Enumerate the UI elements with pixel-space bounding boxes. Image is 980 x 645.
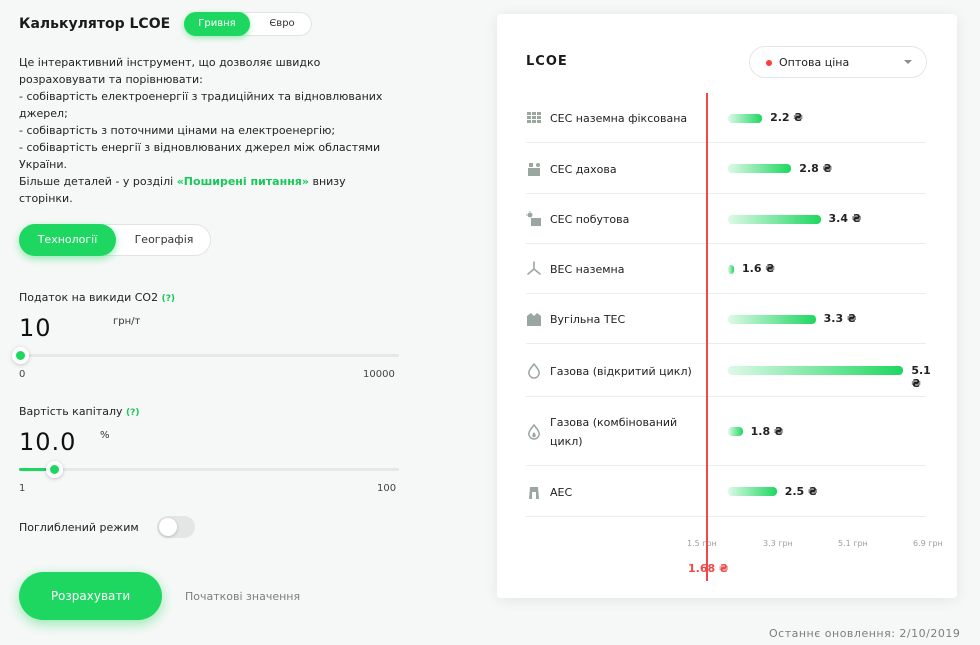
chart-bar [728, 366, 904, 375]
deep-mode-label: Поглиблений режим [19, 521, 139, 534]
chart-value-label: 1.6 ₴ [742, 262, 775, 275]
currency-toggle: Гривня Євро [184, 12, 312, 36]
tab-geography[interactable]: Географія [116, 224, 212, 256]
chart-row[interactable]: Газова (відкритий цикл) 5.1 ₴ [526, 344, 931, 397]
chevron-down-icon [904, 60, 912, 64]
chart-title: LCOE [526, 54, 568, 69]
chart-bar [728, 164, 792, 173]
capital-cost-value[interactable]: 10.0 [19, 428, 76, 456]
chart-value-label: 3.4 ₴ [828, 212, 862, 225]
page-title: Калькулятор LCOE [19, 16, 171, 32]
deep-mode-switch[interactable] [157, 516, 195, 538]
chart-bar [728, 427, 743, 436]
chart-value-label: 5.1 ₴ [911, 363, 931, 390]
wind-turbine-icon [526, 261, 542, 277]
reset-defaults-link[interactable]: Початкові значення [185, 590, 300, 603]
capital-help-icon[interactable]: (?) [126, 408, 139, 418]
reference-price-line [706, 93, 708, 581]
nuclear-plant-icon [526, 484, 542, 500]
capital-cost-slider[interactable] [19, 461, 399, 478]
more-prefix: Більше деталей - у розділі [19, 175, 177, 188]
lcoe-chart-card: LCOE Оптова ціна СЕС наземна фіксована 2.… [497, 14, 957, 598]
gas-flame-icon [526, 362, 542, 379]
chart-row[interactable]: Газова (комбінований цикл) 1.8 ₴ [526, 397, 926, 466]
description-line: джерел; [19, 107, 68, 120]
chart-row-label: Газова (відкритий цикл) [550, 364, 692, 378]
description-line: Це інтерактивний інструмент, що дозволяє… [19, 56, 321, 69]
co2-slider-min: 0 [19, 369, 26, 380]
capital-cost-label-text: Вартість капіталу [19, 405, 123, 418]
chart-bar [728, 264, 734, 274]
faq-link[interactable]: «Поширені питання» [177, 175, 309, 188]
chart-value-label: 1.8 ₴ [750, 424, 784, 438]
capital-slider-max: 100 [377, 483, 397, 494]
chart-bar [728, 487, 777, 496]
description-line: - собівартість енергії з відновлюваних д… [19, 141, 381, 154]
chart-row[interactable]: СЕС побутова 3.4 ₴ [526, 194, 926, 244]
chart-row-label: Вугільна ТЕС [550, 313, 626, 326]
chart-row-label: АЕС [550, 485, 573, 499]
axis-tick: 6.9 грн [913, 539, 943, 548]
axis-tick: 1.5 грн [687, 539, 717, 548]
last-updated-label: Останнє оновлення: [769, 627, 896, 640]
description: Це інтерактивний інструмент, що дозволяє… [19, 54, 414, 207]
calculator-panel: Калькулятор LCOE Гривня Євро Це інтеракт… [0, 0, 430, 645]
co2-tax-unit: грн/т [113, 316, 141, 327]
last-updated-date: 2/10/2019 [899, 627, 961, 640]
capital-cost-label: Вартість капіталу (?) [19, 405, 139, 418]
status-dot-icon [766, 60, 772, 66]
description-line: України. [19, 158, 67, 171]
axis-tick: 5.1 грн [838, 539, 868, 548]
last-updated: Останнє оновлення: 2/10/2019 [769, 627, 960, 640]
chart-bar [728, 214, 821, 224]
chart-row-label: СЕС побутова [550, 213, 630, 226]
chart-row-label: Газова (комбінований цикл) [550, 415, 678, 448]
description-line: сторінки. [19, 192, 73, 205]
description-line: - собівартість електроенергії з традицій… [19, 90, 383, 103]
description-more-line: Більше деталей - у розділі «Поширені пит… [19, 173, 414, 190]
chart-row[interactable]: СЕС дахова 2.8 ₴ [526, 143, 926, 194]
co2-slider-thumb[interactable] [12, 347, 29, 364]
co2-tax-label-text: Податок на викиди СО2 [19, 291, 159, 304]
reference-price-label: 1.68 ₴ [688, 562, 729, 575]
description-line: розраховувати та порівнювати: [19, 73, 203, 86]
description-line: - собівартість з поточними цінами на еле… [19, 124, 336, 137]
price-dropdown[interactable]: Оптова ціна [749, 46, 927, 78]
more-suffix: внизу [308, 175, 346, 188]
co2-slider-max: 10000 [363, 369, 395, 380]
capital-slider-min: 1 [19, 483, 26, 494]
co2-tax-value[interactable]: 10 [19, 314, 52, 342]
capital-cost-unit: % [100, 430, 110, 441]
co2-tax-slider[interactable] [12, 347, 399, 364]
tab-technologies[interactable]: Технології [19, 224, 116, 256]
dropdown-selected: Оптова ціна [779, 56, 850, 69]
chart-value-label: 3.3 ₴ [823, 312, 857, 325]
solar-home-icon [526, 211, 542, 227]
chart-bar [728, 113, 763, 123]
solar-panel-icon [526, 110, 542, 126]
gas-flame-combined-icon [526, 423, 542, 440]
chart-row-label: ВЕС наземна [550, 263, 625, 276]
chart-row-label: СЕС наземна фіксована [550, 112, 688, 125]
currency-option-eur[interactable]: Євро [251, 12, 313, 36]
calculate-button[interactable]: Розрахувати [19, 572, 162, 620]
chart-value-label: 2.8 ₴ [799, 161, 833, 175]
chart-row[interactable]: СЕС наземна фіксована 2.2 ₴ [526, 93, 926, 143]
chart-row[interactable]: АЕС 2.5 ₴ [526, 466, 926, 517]
axis-tick: 3.3 грн [763, 539, 793, 548]
solar-roof-icon [526, 161, 542, 177]
coal-plant-icon [526, 311, 542, 327]
co2-help-icon[interactable]: (?) [162, 294, 175, 304]
chart-row-label: СЕС дахова [550, 162, 617, 176]
chart-row[interactable]: Вугільна ТЕС 3.3 ₴ [526, 294, 926, 344]
chart-value-label: 2.2 ₴ [770, 111, 803, 124]
currency-option-uah[interactable]: Гривня [184, 12, 250, 36]
switch-knob [159, 518, 177, 536]
chart-bar [728, 314, 816, 324]
co2-tax-label: Податок на викиди СО2 (?) [19, 291, 175, 304]
chart-row[interactable]: ВЕС наземна 1.6 ₴ [526, 244, 926, 294]
chart-value-label: 2.5 ₴ [784, 484, 818, 498]
view-tabs: Технології Географія [19, 224, 211, 256]
capital-slider-thumb[interactable] [45, 461, 63, 478]
